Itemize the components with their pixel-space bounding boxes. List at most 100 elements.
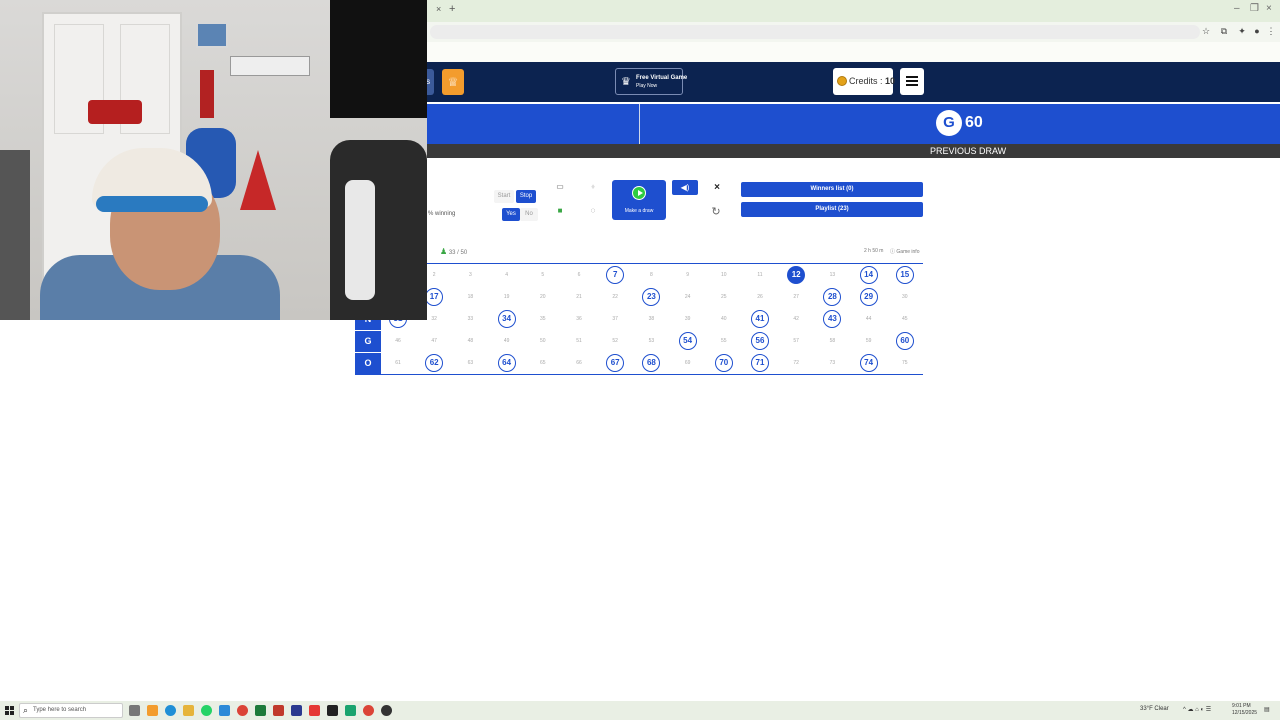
close-window-button[interactable]: × — [1266, 3, 1272, 14]
board-number-42: 42 — [793, 316, 799, 322]
more-menu-icon[interactable]: ⋮ — [1266, 26, 1276, 36]
trophy-button[interactable]: ♕ — [442, 69, 464, 95]
previous-ball-letter: G — [936, 110, 962, 136]
board-number-57: 57 — [793, 338, 799, 344]
speaker-icon: ◀) — [680, 183, 690, 192]
profile-icon[interactable]: ● — [1252, 26, 1262, 36]
whatsapp-icon[interactable] — [201, 705, 212, 716]
board-number-50: 50 — [540, 338, 546, 344]
yes-toggle[interactable]: Yes — [502, 208, 520, 221]
url-field[interactable] — [430, 25, 1200, 39]
maximize-button[interactable]: ❐ — [1250, 3, 1259, 14]
board-number-68: 68 — [642, 354, 661, 372]
sound-button[interactable]: ◀) — [672, 180, 698, 195]
tray-icons[interactable]: ^ ☁ ⌂ ◐ ☰ — [1183, 706, 1211, 713]
board-number-27: 27 — [793, 294, 799, 300]
board-number-46: 46 — [395, 338, 401, 344]
monitor-icon[interactable]: ▭ — [550, 179, 570, 195]
game-info-link[interactable]: ⓘ Game info — [890, 248, 919, 255]
chat-icon[interactable]: ◌ — [583, 203, 603, 219]
obs-icon[interactable] — [381, 705, 392, 716]
webcam-chair-stripe — [345, 180, 375, 300]
winning-label: % winning — [428, 211, 456, 217]
board-number-25: 25 — [721, 294, 727, 300]
playlist-button[interactable]: Playlist (23) — [741, 202, 923, 217]
board-number-21: 21 — [576, 294, 582, 300]
board-number-32: 32 — [431, 316, 437, 322]
board-number-35: 35 — [540, 316, 546, 322]
screen: × + – ❐ × ☆ ⧉ ✦ ● ⋮ ts ♕ ♛ Free Virtual … — [0, 0, 1280, 720]
board-number-8: 8 — [650, 272, 653, 278]
new-tab-button[interactable]: + — [449, 3, 455, 15]
extension-icon[interactable]: ⧉ — [1219, 26, 1229, 36]
make-a-draw-label: Make a draw — [624, 208, 654, 214]
app-icon[interactable] — [345, 705, 356, 716]
board-number-18: 18 — [467, 294, 474, 300]
taskbar-search[interactable]: ⌕ Type here to search — [19, 703, 123, 718]
taskbar-clock[interactable]: 9:01 PM 12/15/2025 — [1232, 703, 1257, 717]
board-number-23: 23 — [642, 288, 661, 306]
close-button[interactable]: × — [710, 181, 724, 195]
lock-icon[interactable]: ■ — [550, 203, 570, 219]
chrome-icon[interactable] — [237, 705, 248, 716]
taskbar: ⌕ Type here to search 33°F Clear ^ ☁ ⌂ ◐… — [0, 701, 1280, 720]
extensions-icon[interactable]: ✦ — [1237, 26, 1247, 36]
board-number-49: 49 — [503, 338, 510, 344]
search-placeholder: Type here to search — [33, 707, 87, 713]
file-explorer-icon[interactable] — [183, 705, 194, 716]
board-number-62: 62 — [425, 354, 444, 372]
free-virtual-game-button[interactable]: ♛ Free Virtual Game Play Now — [615, 68, 687, 95]
webcam-picture-frame — [196, 22, 228, 48]
credits-value: 10 — [885, 76, 896, 86]
app-icon[interactable] — [291, 705, 302, 716]
notification-icon[interactable]: ▤ — [1264, 706, 1270, 713]
menu-bar-icon — [906, 84, 918, 86]
bulb-icon[interactable]: ♦ — [583, 179, 603, 195]
chrome-icon[interactable] — [363, 705, 374, 716]
webcam-overlay — [0, 0, 427, 320]
board-number-14: 14 — [859, 266, 878, 284]
edge-icon[interactable] — [165, 705, 176, 716]
weather-widget[interactable]: 33°F Clear — [1140, 706, 1169, 712]
make-a-draw-button[interactable]: Make a draw — [612, 180, 666, 220]
game-timer: 2 h 50 m — [864, 248, 884, 254]
youtube-icon[interactable] — [309, 705, 320, 716]
star-icon[interactable]: ☆ — [1201, 26, 1211, 36]
players-count: ♟ 33 / 50 — [440, 247, 467, 256]
board-number-61: 61 — [395, 360, 401, 366]
winners-list-button[interactable]: Winners list (0) — [741, 182, 923, 197]
stop-button[interactable]: Stop — [516, 190, 536, 203]
refresh-icon[interactable]: ↻ — [707, 204, 725, 220]
board-number-67: 67 — [606, 354, 625, 372]
excel-icon[interactable] — [255, 705, 266, 716]
board-number-36: 36 — [576, 316, 582, 322]
credits-badge[interactable]: Credits : 10 — [833, 68, 896, 95]
board-bottom-border — [355, 374, 923, 375]
site-header — [355, 62, 1280, 102]
app-icon[interactable] — [327, 705, 338, 716]
board-number-4: 4 — [505, 272, 508, 278]
board-number-75: 75 — [902, 360, 908, 366]
app-icon[interactable] — [147, 705, 158, 716]
task-view-icon[interactable] — [129, 705, 140, 716]
game-info-label: Game info — [896, 249, 920, 255]
powerpoint-icon[interactable] — [273, 705, 284, 716]
board-number-17: 17 — [425, 288, 444, 306]
no-toggle[interactable]: No — [520, 208, 538, 221]
board-number-39: 39 — [684, 316, 691, 322]
board-number-12: 12 — [787, 266, 806, 284]
board-number-2: 2 — [432, 272, 436, 278]
search-icon: ⌕ — [23, 705, 29, 715]
hamburger-menu-button[interactable] — [900, 68, 924, 95]
tab-close-icon[interactable]: × — [436, 4, 441, 14]
board-number-64: 64 — [497, 354, 516, 372]
windows-start-icon[interactable] — [5, 706, 14, 715]
webcam-truck-decor — [88, 100, 142, 124]
board-number-52: 52 — [612, 338, 618, 344]
previous-ball-number: 60 — [965, 114, 983, 131]
minimize-button[interactable]: – — [1234, 3, 1240, 14]
store-icon[interactable] — [219, 705, 230, 716]
start-button[interactable]: Start — [494, 190, 514, 203]
board-number-45: 45 — [902, 316, 908, 322]
board-number-19: 19 — [503, 294, 510, 300]
